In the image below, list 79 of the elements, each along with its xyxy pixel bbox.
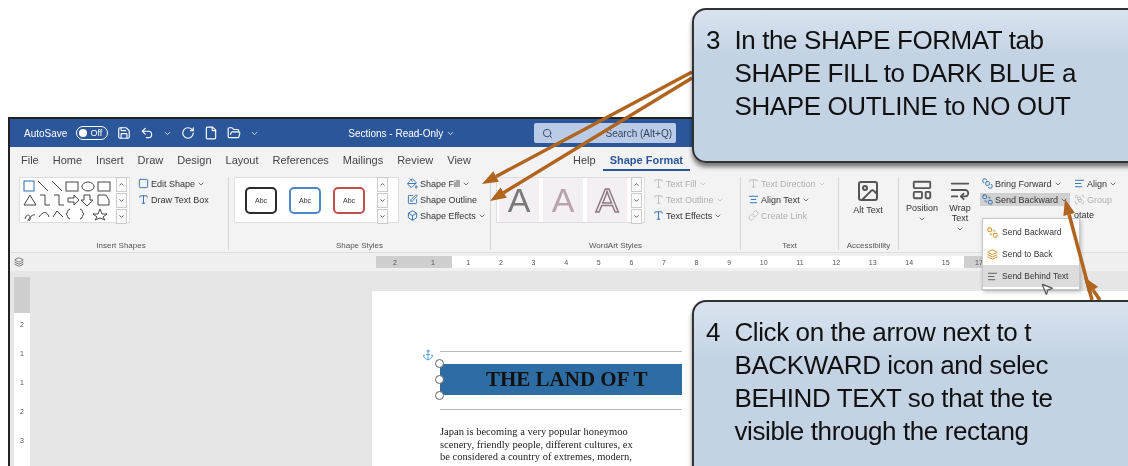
step-number: 3	[706, 24, 721, 57]
ribbon-command[interactable]: Edit Shape	[136, 177, 211, 190]
save-icon[interactable]	[117, 126, 132, 140]
ribbon-tab[interactable]: Home	[45, 149, 90, 171]
ribbon-tab[interactable]: References	[265, 149, 336, 171]
gallery-up-button[interactable]	[631, 176, 642, 192]
ribbon-tab[interactable]: Mailings	[335, 149, 391, 171]
send-backward-icon	[982, 194, 993, 205]
ribbon-command[interactable]: otate	[1072, 209, 1120, 221]
position-icon	[911, 179, 933, 201]
gallery-down-button[interactable]	[377, 192, 388, 208]
send-to-back-icon	[987, 248, 998, 260]
ribbon-command[interactable]: Send Backward	[980, 193, 1071, 206]
cube-icon	[407, 210, 418, 221]
redo-icon[interactable]	[181, 126, 196, 140]
gallery-up-button[interactable]	[116, 176, 127, 192]
ribbon-tab[interactable]: Insert	[89, 149, 131, 171]
ribbon-command[interactable]: Align Text	[746, 193, 828, 206]
ribbon-command[interactable]: Shape Effects	[405, 209, 488, 222]
align-icon	[1074, 178, 1086, 189]
autosave-label: AutoSave	[24, 127, 68, 139]
instruction-text: Click on the arrow next to t BACKWARD icon and selec BEHIND TEXT so that the te visible through the rectang	[734, 316, 1053, 448]
bring-forward-icon	[982, 178, 993, 189]
text-box-icon	[138, 194, 149, 205]
picture-icon	[856, 179, 880, 203]
menu-item[interactable]: Send to Back	[983, 243, 1079, 265]
group-label: Shape Styles	[335, 241, 384, 250]
ribbon-tab[interactable]: Help	[566, 149, 603, 171]
ribbon-large-button[interactable]: Position	[904, 177, 940, 225]
alt-text-button[interactable]: Alt Text	[844, 177, 892, 217]
text-lines-icon	[987, 270, 998, 282]
search-icon	[542, 127, 553, 139]
gallery-up-button[interactable]	[377, 176, 388, 192]
caret-icon	[956, 225, 964, 233]
ribbon-tab[interactable]: Review	[390, 149, 441, 171]
ribbon-tab[interactable]: Shape Format	[602, 149, 690, 171]
gallery-down-button[interactable]	[631, 192, 642, 208]
group-label: Accessibility	[846, 241, 891, 250]
group-label: Text	[782, 241, 797, 250]
ribbon-tab[interactable]: File	[14, 149, 46, 171]
caret-icon	[918, 215, 926, 223]
menu-item[interactable]: Send Backward	[983, 221, 1079, 243]
group-label: Insert Shapes	[96, 241, 146, 250]
link-icon	[748, 210, 759, 221]
step-number: 4	[706, 316, 721, 349]
gallery-down-button[interactable]	[116, 192, 127, 208]
ribbon-command[interactable]: Shape Fill	[405, 177, 488, 190]
undo-icon[interactable]	[140, 126, 155, 140]
ribbon-tab[interactable]: Layout	[218, 149, 266, 171]
ribbon-tab[interactable]: View	[440, 149, 478, 171]
document-title[interactable]: Sections - Read-Only	[348, 127, 456, 139]
gallery-more-button[interactable]	[631, 208, 642, 224]
group-icon	[1074, 194, 1086, 205]
ribbon-command[interactable]: Align	[1072, 177, 1120, 190]
menu-item[interactable]: Send Behind Text	[983, 265, 1079, 287]
instruction-text: In the SHAPE FORMAT tab SHAPE FILL to DARK BLUE a SHAPE OUTLINE to NO OUT	[734, 24, 1077, 123]
wordart-style[interactable]: A	[499, 178, 539, 222]
gallery-more-button[interactable]	[377, 208, 388, 224]
pen-square-icon	[407, 194, 418, 205]
send-backward-icon	[987, 226, 998, 238]
group-label: WordArt Styles	[588, 241, 643, 250]
folder-icon[interactable]	[227, 126, 242, 140]
ribbon-command[interactable]: Draw Text Box	[136, 193, 211, 206]
ribbon-command[interactable]: Text Effects	[651, 209, 726, 222]
ribbon-command[interactable]: Shape Outline	[405, 193, 488, 206]
shapes-gallery-drawing[interactable]	[22, 179, 114, 221]
ribbon-command[interactable]: Bring Forward	[980, 177, 1071, 190]
ribbon-tab[interactable]: Draw	[130, 149, 171, 171]
gallery-more-button[interactable]	[116, 208, 127, 224]
align-text-icon	[748, 194, 759, 205]
paint-bucket-icon	[407, 178, 418, 189]
new-document-icon[interactable]	[204, 126, 219, 140]
ribbon-large-button[interactable]: Wrap Text	[942, 177, 978, 235]
anchor-icon	[422, 349, 434, 361]
edit-shape-icon	[138, 178, 149, 189]
body-paragraph: Japan is becoming a very popular honeymoo scenery, friendly people, different cultures, ex be considered a country of extremes, modern,	[440, 426, 634, 464]
mouse-cursor-icon	[1040, 282, 1054, 296]
wordart-style[interactable]: A	[587, 178, 627, 222]
ribbon-tab[interactable]: Design	[170, 149, 219, 171]
